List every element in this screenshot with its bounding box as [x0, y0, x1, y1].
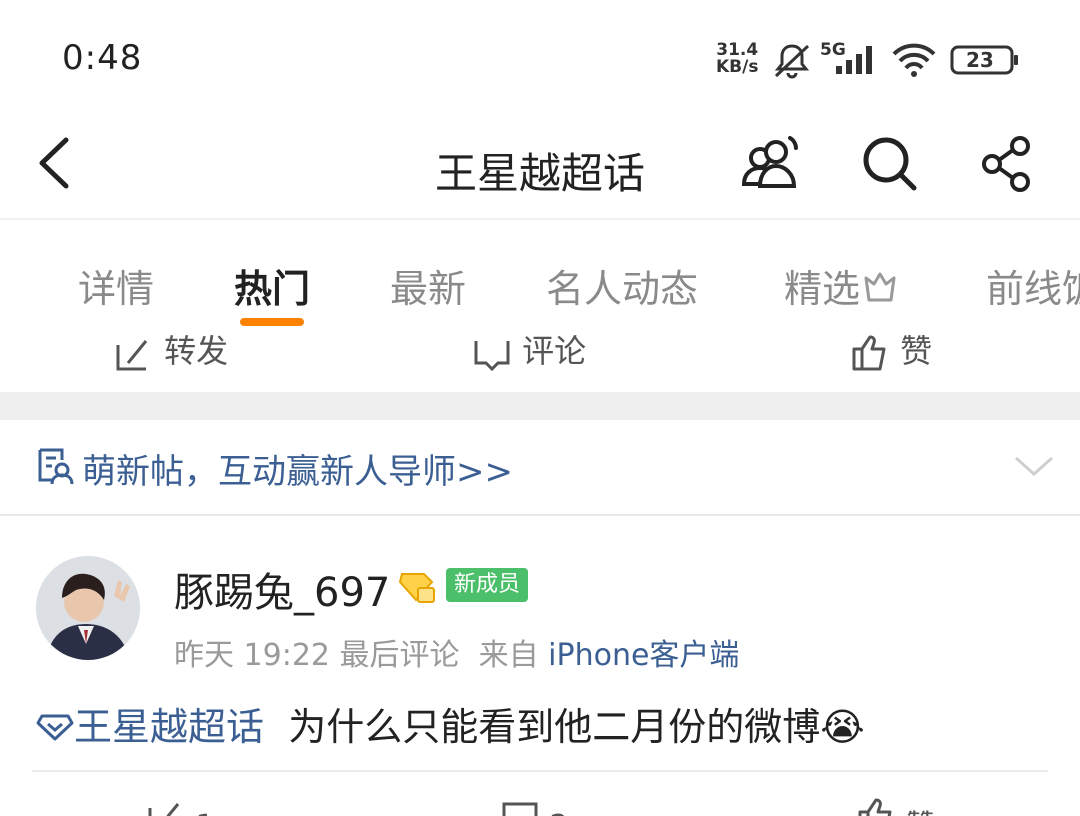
source-prefix: 来自 [478, 638, 539, 673]
chevron-down-icon[interactable] [1012, 448, 1056, 488]
wifi-icon [890, 42, 938, 82]
banner-text[interactable]: 萌新帖，互动赢新人导师>> [82, 444, 513, 493]
new-member-badge: 新成员 [446, 568, 529, 602]
status-time: 0:48 [62, 38, 143, 78]
tab-featured[interactable]: 精选 [784, 258, 900, 313]
like-icon [858, 798, 892, 816]
active-tab-indicator [240, 318, 304, 326]
avatar[interactable] [36, 556, 140, 660]
nav-divider [0, 218, 1080, 220]
prev-like-button[interactable]: 赞 [850, 326, 932, 374]
post-guide-icon [36, 446, 74, 490]
diamond-icon [36, 714, 74, 741]
network-speed: 31.4 KB/s [716, 40, 759, 77]
signal-icon [834, 44, 880, 80]
tab-frontline[interactable]: 前线饭 [986, 258, 1080, 313]
search-icon[interactable] [856, 130, 922, 196]
like-icon [852, 335, 886, 371]
prev-comment-button[interactable]: 评论 [472, 326, 586, 374]
fan-level-icon [396, 566, 438, 610]
repost-icon [148, 803, 180, 816]
comment-icon [502, 802, 538, 816]
tab-hot[interactable]: 热门 [234, 258, 310, 313]
username[interactable]: 豚踢兔_697 [174, 560, 390, 618]
post-divider [32, 770, 1048, 772]
tab-celebrity[interactable]: 名人动态 [546, 258, 698, 313]
comment-icon [474, 341, 510, 372]
post-text: 为什么只能看到他二月份的微博😭 [288, 705, 865, 749]
tab-latest[interactable]: 最新 [390, 258, 466, 313]
share-icon[interactable] [974, 130, 1040, 196]
like-button[interactable]: 赞 [856, 796, 936, 816]
post-time: 昨天 19:22 最后评论 [174, 638, 460, 673]
topic-link[interactable]: 王星越超话 [36, 705, 264, 749]
post-meta: 昨天 19:22 最后评论 来自 iPhone客户端 [174, 630, 739, 674]
battery-level: 23 [966, 48, 994, 72]
section-separator [0, 392, 1080, 420]
comment-button[interactable]: 2 [500, 796, 569, 816]
mute-icon [770, 42, 814, 84]
crown-icon [864, 272, 896, 302]
repost-button[interactable]: 1 [146, 796, 215, 816]
members-icon[interactable] [738, 130, 804, 196]
repost-icon [116, 340, 148, 371]
banner-divider [0, 514, 1080, 516]
post-body: 王星越超话 为什么只能看到他二月份的微博😭 [36, 696, 865, 751]
tab-details[interactable]: 详情 [78, 258, 154, 313]
post-source[interactable]: iPhone客户端 [548, 638, 739, 673]
prev-repost-button[interactable]: 转发 [114, 326, 228, 374]
